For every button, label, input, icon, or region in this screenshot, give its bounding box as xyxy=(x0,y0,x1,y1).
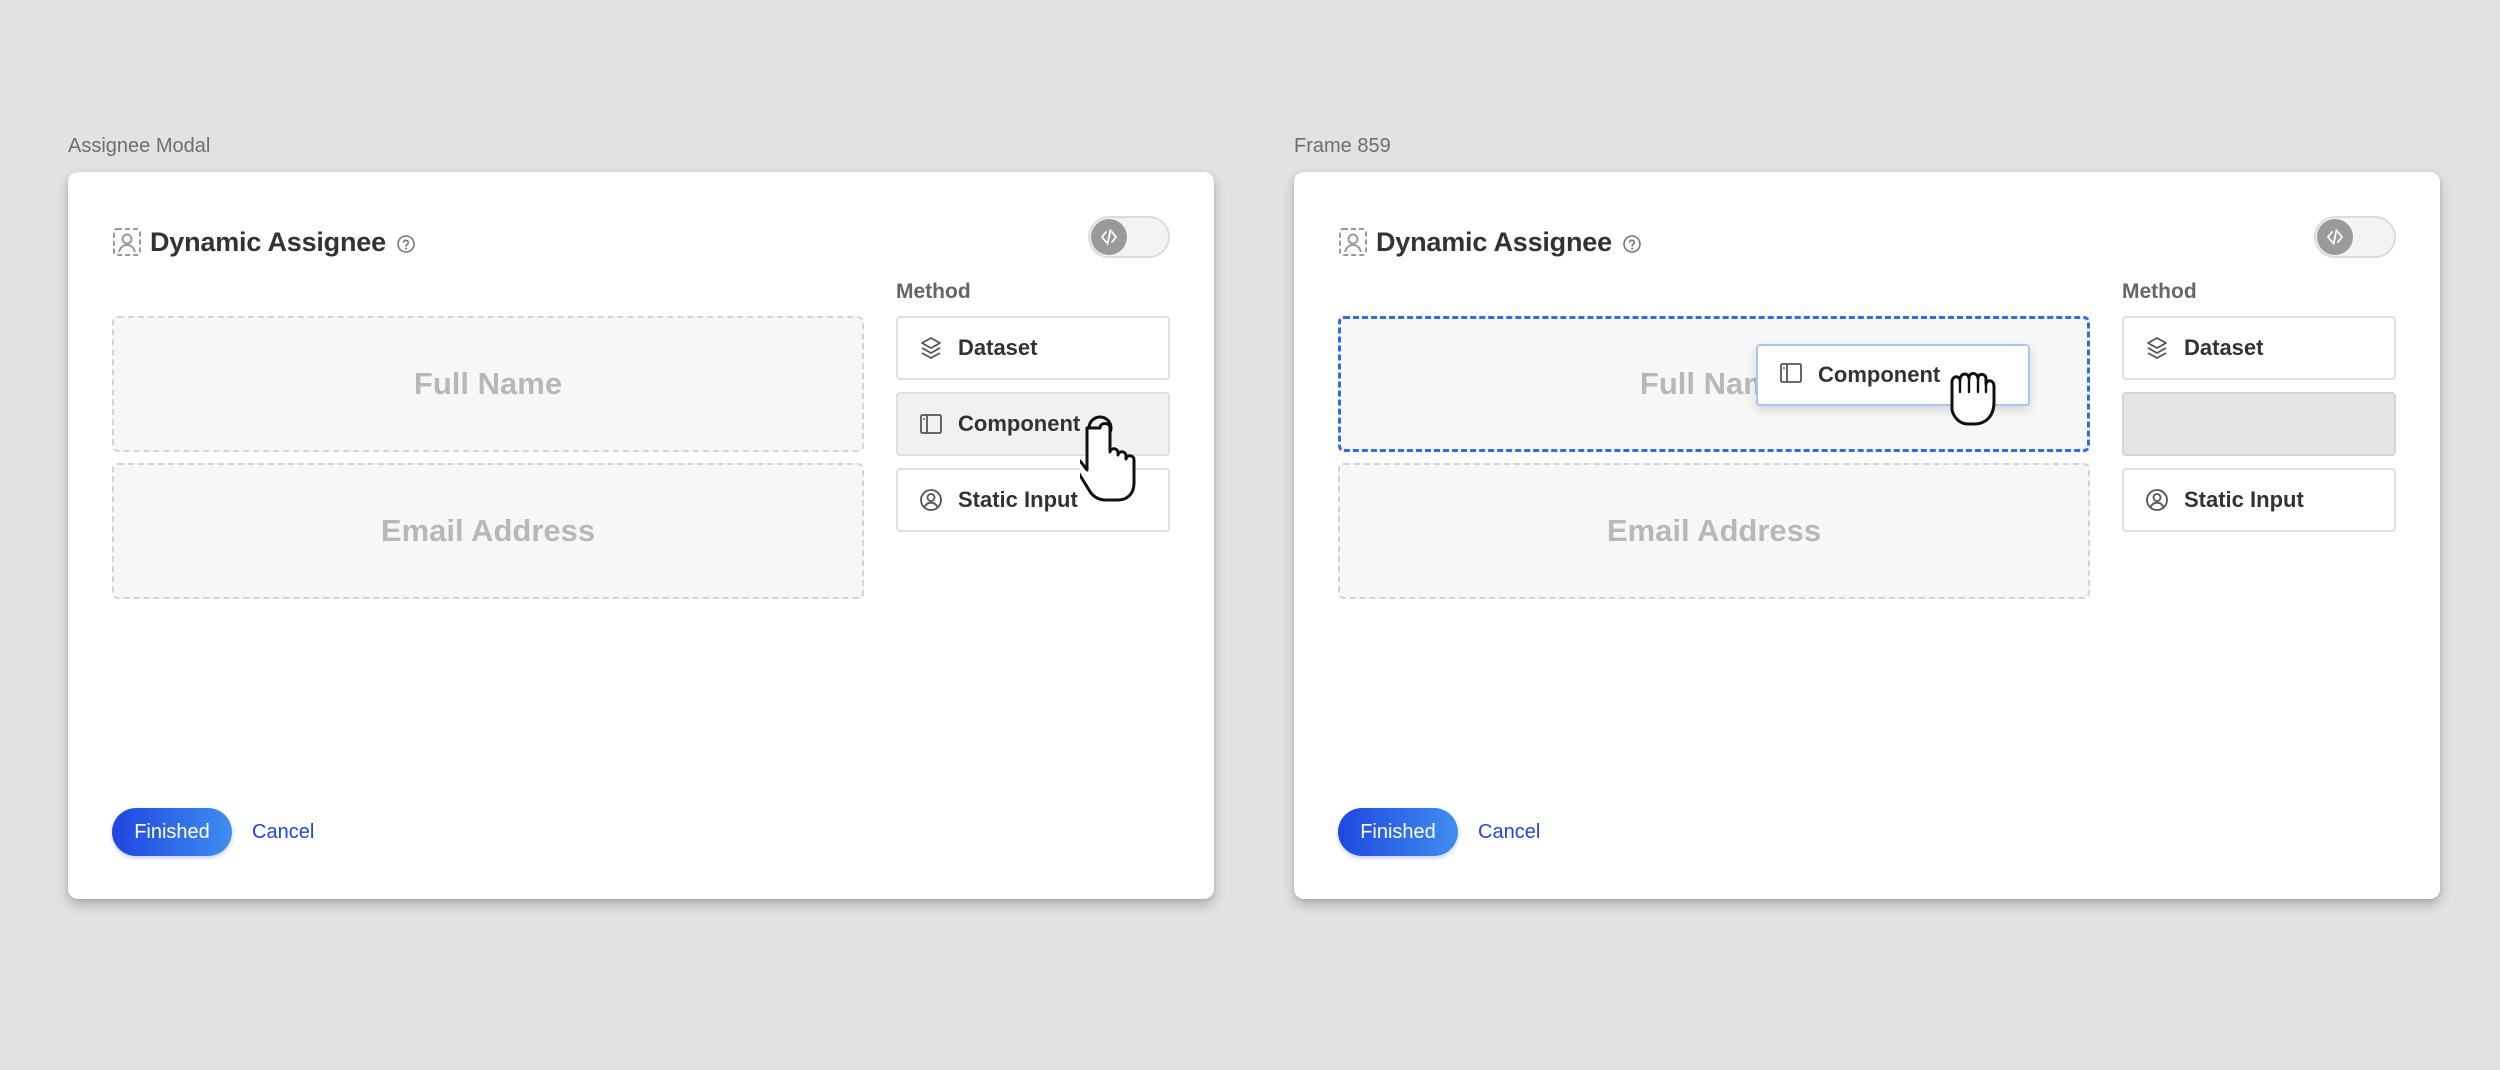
person-card-icon xyxy=(112,227,142,257)
code-toggle[interactable] xyxy=(1088,216,1170,258)
method-dataset[interactable]: Dataset xyxy=(896,316,1170,380)
frame-label: Assignee Modal xyxy=(68,135,211,157)
zone-label: Email Address xyxy=(1606,513,1822,548)
method-label-text: Component xyxy=(958,411,1081,436)
finished-button[interactable]: Finished xyxy=(112,808,232,856)
method-label-text: Static Input xyxy=(2184,487,2304,512)
email-address-drop-zone[interactable]: Email Address xyxy=(112,463,864,599)
pointing-hand-cursor xyxy=(1080,410,1148,504)
sidebar-panel-icon xyxy=(918,411,944,437)
method-component-placeholder xyxy=(2122,392,2396,456)
method-dataset[interactable]: Dataset xyxy=(2122,316,2396,380)
finished-button[interactable]: Finished xyxy=(1338,808,1458,856)
method-label-text: Static Input xyxy=(958,487,1078,512)
user-circle-icon xyxy=(918,487,944,513)
user-circle-icon xyxy=(2144,487,2170,513)
zone-label: Email Address xyxy=(380,513,596,548)
modal-header: Dynamic Assignee xyxy=(1338,222,1642,262)
grabbing-hand-cursor xyxy=(1942,362,2004,428)
question-circle-icon[interactable] xyxy=(1620,231,1642,254)
code-toggle[interactable] xyxy=(2314,216,2396,258)
question-circle-icon[interactable] xyxy=(394,231,416,254)
drag-chip-label: Component xyxy=(1818,362,1941,387)
cancel-button[interactable]: Cancel xyxy=(252,808,314,856)
method-label-text: Dataset xyxy=(958,335,1038,360)
assignee-modal-dragging: Dynamic Assignee Full Name Email Address… xyxy=(1294,172,2440,899)
method-label: Method xyxy=(2122,280,2197,303)
code-icon xyxy=(2317,219,2353,255)
layers-icon xyxy=(918,335,944,361)
person-card-icon xyxy=(1338,227,1368,257)
assignee-modal: Dynamic Assignee Full Name Email Address… xyxy=(68,172,1214,899)
email-address-drop-zone[interactable]: Email Address xyxy=(1338,463,2090,599)
frame-label: Frame 859 xyxy=(1294,135,1391,157)
zone-label: Full Name xyxy=(413,366,563,401)
code-icon xyxy=(1091,219,1127,255)
cancel-button[interactable]: Cancel xyxy=(1478,808,1540,856)
full-name-drop-zone[interactable]: Full Name xyxy=(112,316,864,452)
modal-title: Dynamic Assignee xyxy=(150,226,386,257)
layers-icon xyxy=(2144,335,2170,361)
modal-header: Dynamic Assignee xyxy=(112,222,416,262)
sidebar-panel-icon xyxy=(1778,360,1804,391)
method-static-input[interactable]: Static Input xyxy=(2122,468,2396,532)
modal-title: Dynamic Assignee xyxy=(1376,226,1612,257)
method-label: Method xyxy=(896,280,971,303)
method-label-text: Dataset xyxy=(2184,335,2264,360)
